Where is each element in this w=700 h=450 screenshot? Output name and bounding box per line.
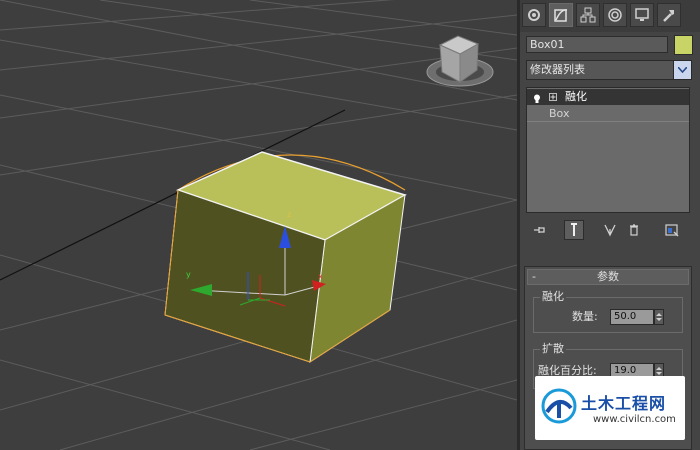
stack-item-box-label: Box xyxy=(549,107,570,120)
spread-group-title: 扩散 xyxy=(540,342,566,356)
perspective-viewport[interactable]: z y x xyxy=(0,0,517,450)
modifier-list-dropdown[interactable]: 修改器列表 xyxy=(526,60,692,80)
stack-toolbar xyxy=(520,218,700,242)
configure-icon xyxy=(665,224,679,237)
spinner-arrows-icon[interactable] xyxy=(654,309,664,325)
show-end-result-button[interactable] xyxy=(564,220,584,240)
x-axis-label: x xyxy=(318,272,323,281)
pin-icon xyxy=(534,227,545,233)
y-axis-label: y xyxy=(186,270,191,279)
tab-hierarchy[interactable] xyxy=(576,3,600,27)
stack-item-melt[interactable]: 融化 xyxy=(527,89,689,105)
end-result-icon xyxy=(571,223,577,236)
tab-motion[interactable] xyxy=(603,3,627,27)
modify-icon xyxy=(554,9,568,22)
civilcn-logo-icon xyxy=(541,388,577,424)
stack-item-melt-label: 融化 xyxy=(565,90,587,103)
watermark-name: 土木工程网 xyxy=(581,394,667,413)
viewport-scene: z y x xyxy=(0,0,517,450)
amount-input[interactable]: 50.0 xyxy=(610,309,654,325)
make-unique-button[interactable] xyxy=(600,220,620,240)
melt-group-title: 融化 xyxy=(540,290,566,304)
pin-stack-button[interactable] xyxy=(530,220,550,240)
object-color-swatch[interactable] xyxy=(674,35,693,55)
remove-modifier-button[interactable] xyxy=(624,220,644,240)
motion-icon xyxy=(608,8,622,22)
amount-label: 数量: xyxy=(572,310,598,323)
lightbulb-icon[interactable] xyxy=(533,92,541,103)
modifier-stack[interactable]: 融化 Box xyxy=(526,87,690,213)
tab-create[interactable] xyxy=(522,3,546,27)
tab-display[interactable] xyxy=(630,3,654,27)
trash-icon xyxy=(630,224,638,236)
tab-utilities[interactable] xyxy=(657,3,681,27)
modifier-list-label: 修改器列表 xyxy=(530,63,585,76)
viewcube[interactable] xyxy=(426,35,494,87)
chevron-down-icon[interactable] xyxy=(673,61,691,79)
display-icon xyxy=(635,8,649,21)
parameters-rollout-header[interactable]: - 参数 xyxy=(527,269,689,285)
create-icon xyxy=(528,9,540,21)
object-name-field[interactable]: Box01 xyxy=(526,36,668,53)
expand-plus-icon[interactable] xyxy=(549,93,557,101)
configure-modifier-sets-button[interactable] xyxy=(662,220,682,240)
z-axis-label: z xyxy=(287,210,291,219)
command-panel-tabs xyxy=(520,0,700,32)
tab-modify[interactable] xyxy=(549,3,573,27)
rollout-title: 参数 xyxy=(597,270,619,283)
watermark-url: www.civilcn.com xyxy=(593,414,676,425)
unique-icon xyxy=(604,224,616,237)
melt-group: 融化 数量: 50.0 xyxy=(533,290,683,333)
stack-item-box[interactable]: Box xyxy=(527,106,689,122)
site-watermark: 土木工程网 www.civilcn.com xyxy=(535,376,685,440)
utilities-icon xyxy=(663,10,674,22)
hierarchy-icon xyxy=(580,7,596,23)
